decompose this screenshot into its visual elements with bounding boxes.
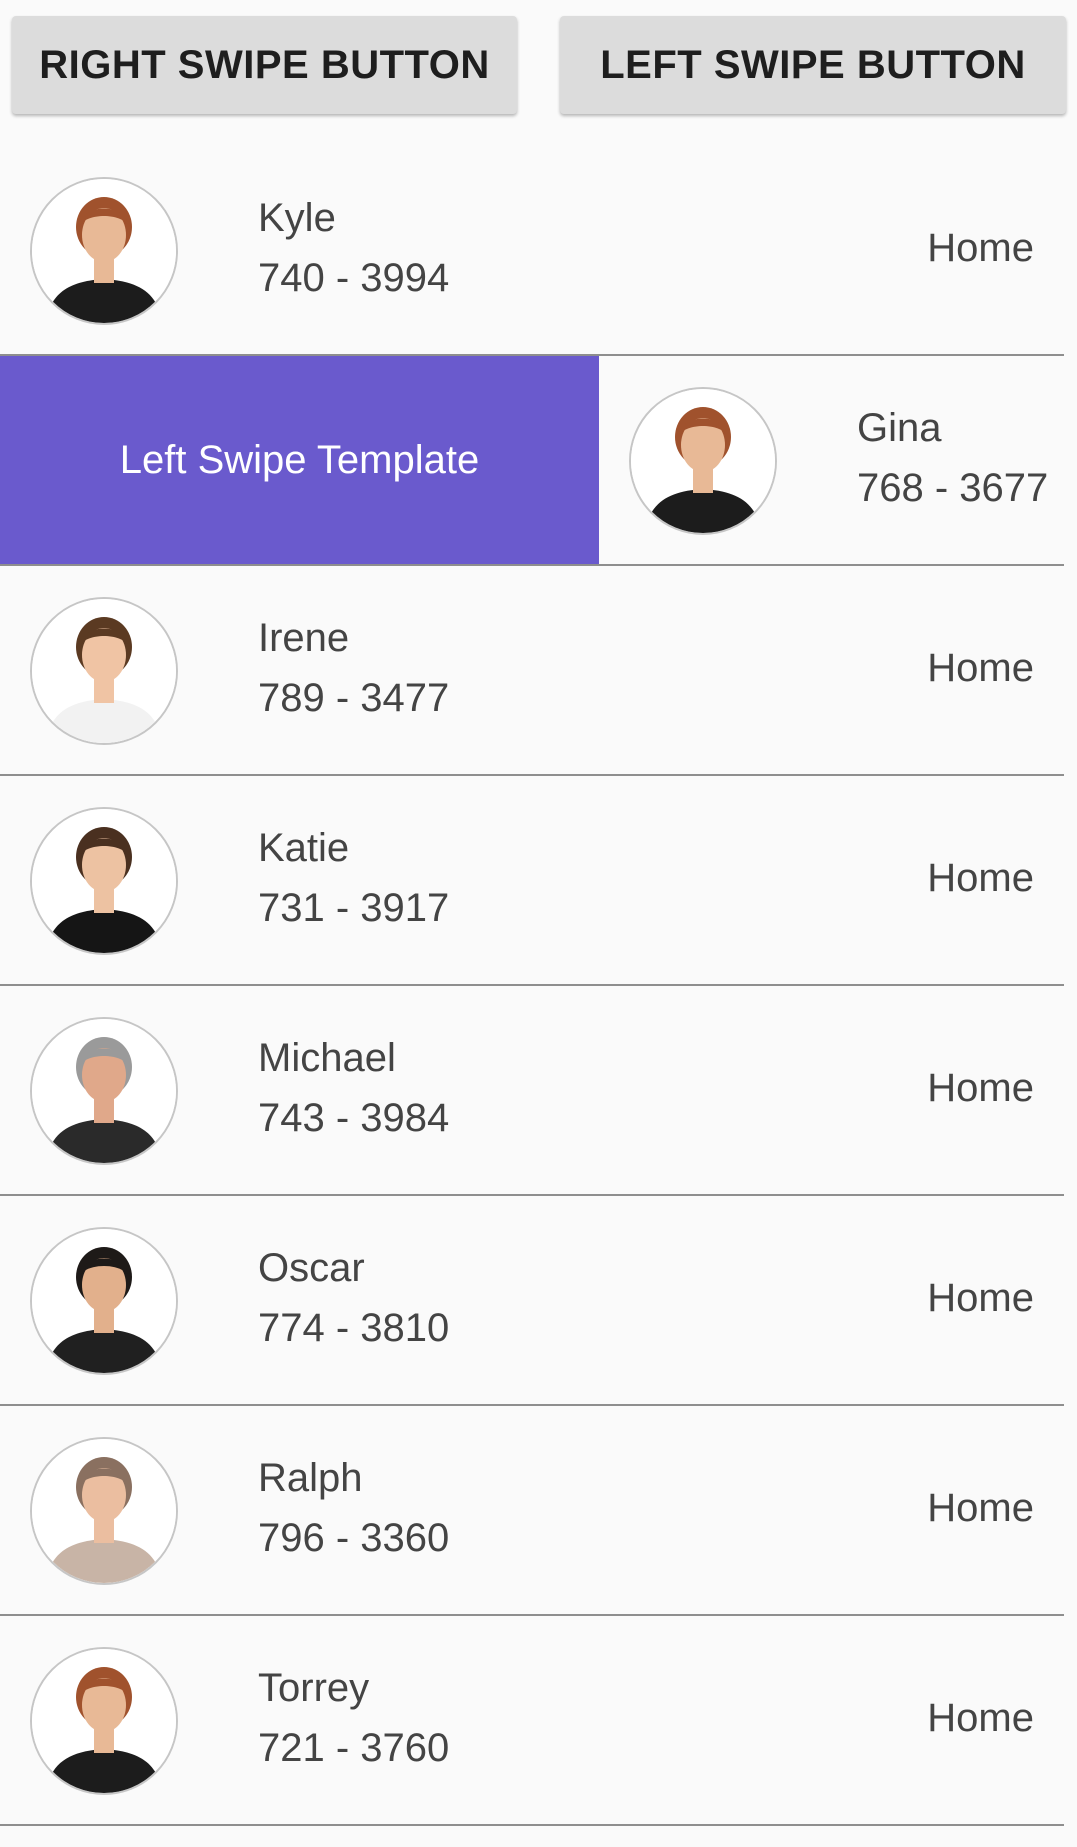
contact-phone: 768 - 3677 (857, 466, 1049, 510)
contact-row-content[interactable]: Ralph 796 - 3360 Home (0, 1406, 1064, 1614)
person-photo-icon (631, 389, 775, 533)
contact-row[interactable]: Left Swipe Template Gina 768 - 3677 (0, 356, 1064, 566)
person-photo-icon (32, 179, 176, 323)
contact-avatar (30, 177, 178, 325)
contact-phone: 740 - 3994 (258, 256, 450, 300)
contact-avatar (30, 597, 178, 745)
contact-type: Home (927, 1696, 1034, 1740)
contact-list: Kyle 740 - 3994 Home Left Swipe Template… (0, 146, 1064, 1826)
contact-row-content[interactable]: Katie 731 - 3917 Home (0, 776, 1064, 984)
contact-row-content[interactable]: Torrey 721 - 3760 Home (0, 1616, 1064, 1824)
contact-type: Home (927, 1486, 1034, 1530)
contact-avatar (30, 1017, 178, 1165)
contact-row[interactable]: Michael 743 - 3984 Home (0, 986, 1064, 1196)
contact-row-content[interactable]: Gina 768 - 3677 (599, 356, 1064, 564)
contact-name: Irene (258, 616, 350, 660)
contact-phone: 731 - 3917 (258, 886, 450, 930)
contact-phone: 789 - 3477 (258, 676, 450, 720)
contact-row[interactable]: Torrey 721 - 3760 Home (0, 1616, 1064, 1826)
person-photo-icon (32, 599, 176, 743)
person-photo-icon (32, 1019, 176, 1163)
contact-avatar (30, 1647, 178, 1795)
left-swipe-template[interactable]: Left Swipe Template (0, 356, 599, 564)
contact-name: Oscar (258, 1246, 365, 1290)
contact-name: Ralph (258, 1456, 363, 1500)
contact-row[interactable]: Kyle 740 - 3994 Home (0, 146, 1064, 356)
contact-phone: 796 - 3360 (258, 1516, 450, 1560)
contact-row[interactable]: Katie 731 - 3917 Home (0, 776, 1064, 986)
contact-type: Home (927, 1066, 1034, 1110)
contact-phone: 721 - 3760 (258, 1726, 450, 1770)
contact-row[interactable]: Irene 789 - 3477 Home (0, 566, 1064, 776)
contact-avatar (30, 807, 178, 955)
contact-avatar (30, 1227, 178, 1375)
person-photo-icon (32, 1649, 176, 1793)
contact-row[interactable]: Oscar 774 - 3810 Home (0, 1196, 1064, 1406)
contact-avatar (30, 1437, 178, 1585)
right-swipe-button[interactable]: RIGHT SWIPE BUTTON (12, 16, 517, 114)
contact-row-content[interactable]: Kyle 740 - 3994 Home (0, 146, 1064, 354)
person-photo-icon (32, 1439, 176, 1583)
contact-name: Torrey (258, 1666, 370, 1710)
person-photo-icon (32, 1229, 176, 1373)
contact-name: Katie (258, 826, 350, 870)
contact-phone: 743 - 3984 (258, 1096, 450, 1140)
contact-avatar (629, 387, 777, 535)
swipe-toolbar: RIGHT SWIPE BUTTON LEFT SWIPE BUTTON (0, 0, 1077, 140)
contact-name: Michael (258, 1036, 396, 1080)
contact-row[interactable]: Ralph 796 - 3360 Home (0, 1406, 1064, 1616)
contact-row-content[interactable]: Michael 743 - 3984 Home (0, 986, 1064, 1194)
contact-type: Home (927, 646, 1034, 690)
contact-name: Kyle (258, 196, 336, 240)
person-photo-icon (32, 809, 176, 953)
contact-row-content[interactable]: Irene 789 - 3477 Home (0, 566, 1064, 774)
contact-row-content[interactable]: Oscar 774 - 3810 Home (0, 1196, 1064, 1404)
contact-name: Gina (857, 406, 942, 450)
contact-type: Home (927, 856, 1034, 900)
contact-phone: 774 - 3810 (258, 1306, 450, 1350)
contact-type: Home (927, 1276, 1034, 1320)
left-swipe-button[interactable]: LEFT SWIPE BUTTON (560, 16, 1066, 114)
contact-type: Home (927, 226, 1034, 270)
